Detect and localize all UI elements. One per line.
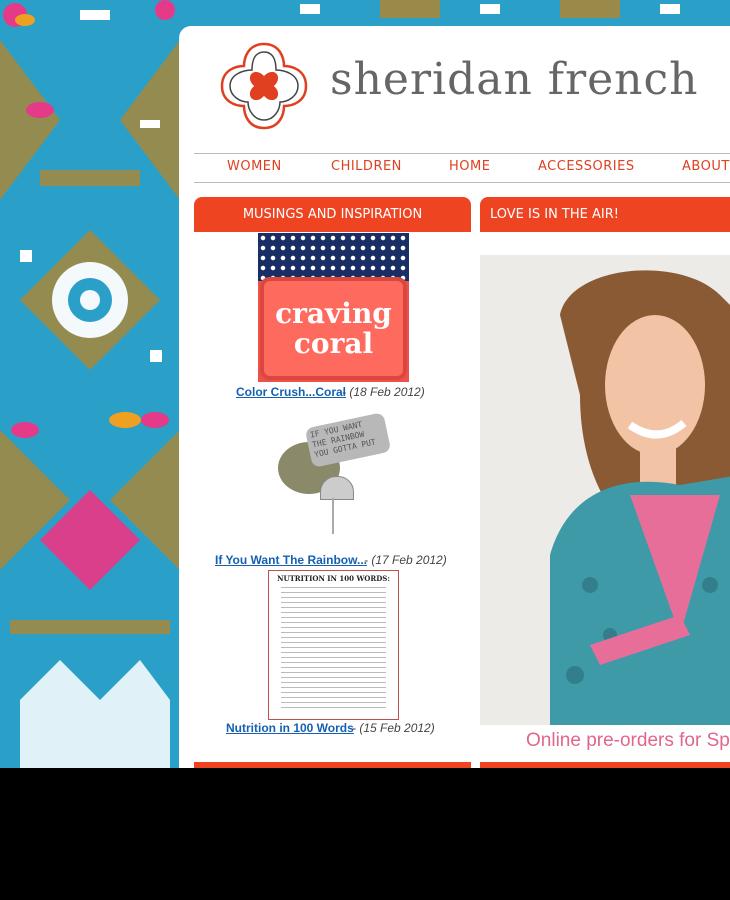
post-image-nutrition[interactable]: NUTRITION IN 100 WORDS: [268,570,399,720]
post-link-rainbow[interactable]: If You Want The Rainbow... [215,553,367,567]
nav-accessories[interactable]: ACCESSORIES [538,159,635,174]
dog-tag: IF YOU WANT THE RAINBOW YOU GOTTA PUT [304,412,392,468]
chain [332,498,334,534]
viewport: sheridan french WOMEN CHILDREN HOME ACCE… [0,0,730,768]
feature-hero-image[interactable] [480,255,730,725]
feature-heading-text: LOVE IS IN THE AIR! [490,207,619,222]
coral-text: coral [293,327,374,360]
musings-heading-text: MUSINGS AND INSPIRATION [242,207,423,222]
next-section-bar-right [480,762,730,768]
brand-wordmark[interactable]: sheridan french [330,54,698,105]
post-date-color-crush: - (18 Feb 2012) [342,385,425,399]
main-nav: WOMEN CHILDREN HOME ACCESSORIES ABOUT [194,153,730,183]
nav-children[interactable]: CHILDREN [331,159,402,174]
nutrition-poster-body [281,587,386,711]
umbrella-charm [320,476,354,500]
post-image-rainbow[interactable]: IF YOU WANT THE RAINBOW YOU GOTTA PUT [270,404,394,544]
model-illustration [480,255,730,725]
craving-text: craving [275,297,392,330]
nav-women[interactable]: WOMEN [227,159,282,174]
nutrition-poster-title: NUTRITION IN 100 WORDS: [277,574,390,583]
musings-heading: MUSINGS AND INSPIRATION [194,197,471,232]
post-link-nutrition[interactable]: Nutrition in 100 Words [226,721,354,735]
post-link-color-crush[interactable]: Color Crush...Coral [236,385,346,399]
quatrefoil-logo-icon[interactable] [216,38,312,134]
post-date-rainbow: - (17 Feb 2012) [364,553,447,567]
nav-home[interactable]: HOME [449,159,490,174]
polka-dot-dress [258,233,409,281]
next-section-bar-left [194,762,471,768]
preorder-caption[interactable]: Online pre-orders for Sp [526,730,730,752]
feature-heading: LOVE IS IN THE AIR! [480,197,730,232]
nav-about[interactable]: ABOUT [682,159,730,174]
post-image-color-crush[interactable]: craving coral [258,233,409,382]
post-date-nutrition: - (15 Feb 2012) [352,721,435,735]
